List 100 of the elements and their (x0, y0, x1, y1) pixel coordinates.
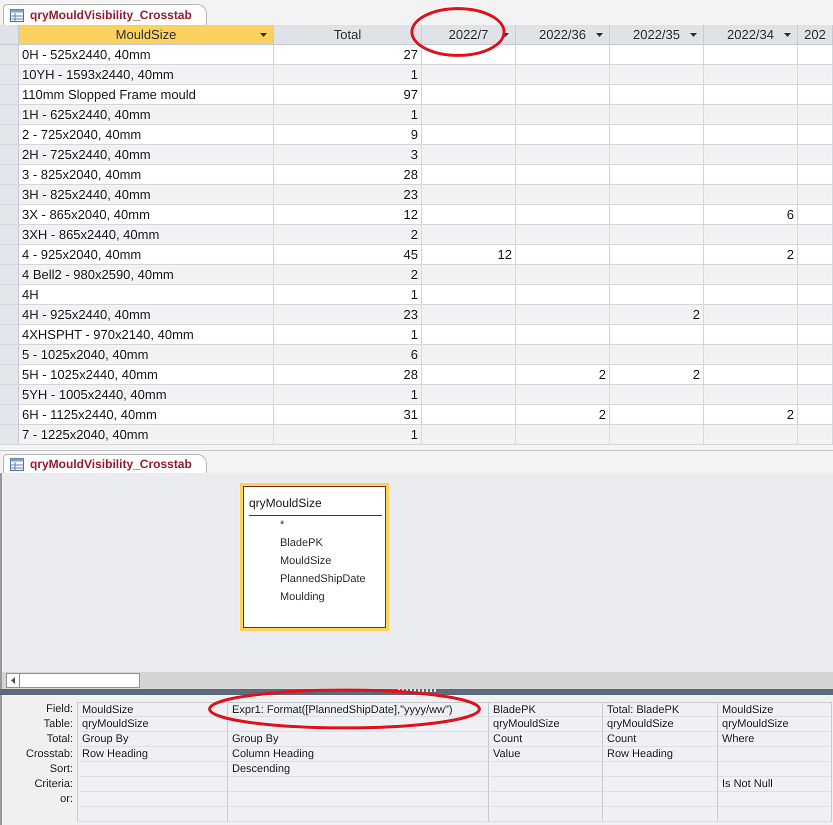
row-selector[interactable] (0, 125, 19, 145)
grid-cell[interactable] (603, 807, 718, 822)
column-header[interactable]: 202 (798, 25, 833, 45)
table-cell: 4 - 925x2040, 40mm (19, 245, 274, 265)
grid-cell[interactable] (718, 762, 832, 777)
table-cell: 2 (274, 225, 422, 245)
table-field-list[interactable]: qryMouldSize * BladePK MouldSize PlannedShipDate Moulding (240, 483, 389, 631)
table-cell (798, 345, 833, 365)
scroll-left-button[interactable] (6, 673, 20, 688)
grid-cell[interactable] (77, 762, 228, 777)
table-cell: 6 (704, 205, 798, 225)
column-header[interactable]: 2022/34 (704, 25, 798, 45)
row-selector[interactable] (0, 345, 19, 365)
column-header[interactable]: 2022/7 (422, 25, 516, 45)
column-header[interactable]: 2022/35 (610, 25, 704, 45)
grid-cell[interactable]: Is Not Null (718, 777, 832, 792)
grid-cell[interactable] (718, 747, 832, 762)
dropdown-caret-icon[interactable] (260, 33, 267, 37)
grid-cell[interactable] (489, 807, 603, 822)
row-selector[interactable] (0, 305, 19, 325)
table-cell: 3 - 825x2040, 40mm (19, 165, 274, 185)
grid-cell[interactable] (228, 777, 489, 792)
field-list-item[interactable]: MouldSize (249, 552, 382, 570)
grid-cell[interactable]: Column Heading (228, 747, 489, 762)
column-header[interactable]: MouldSize (19, 25, 274, 45)
row-selector[interactable] (0, 285, 19, 305)
table-cell: 10YH - 1593x2440, 40mm (19, 65, 274, 85)
grid-cell[interactable]: Where (718, 732, 832, 747)
grid-cell[interactable]: Total: BladePK (603, 702, 718, 717)
row-selector[interactable] (0, 245, 19, 265)
grid-cell[interactable]: Descending (228, 762, 489, 777)
grid-cell[interactable] (77, 792, 228, 807)
row-selector[interactable] (0, 405, 19, 425)
table-cell (798, 145, 833, 165)
table-cell: 31 (274, 405, 422, 425)
grid-cell[interactable]: MouldSize (718, 702, 832, 717)
dropdown-caret-icon[interactable] (784, 33, 791, 37)
grid-cell[interactable] (718, 792, 832, 807)
select-all-corner[interactable] (0, 25, 19, 45)
column-header[interactable]: 2022/36 (516, 25, 610, 45)
table-cell: 2 (516, 405, 610, 425)
dropdown-caret-icon[interactable] (502, 33, 509, 37)
grid-cell[interactable]: MouldSize (77, 702, 228, 717)
row-selector[interactable] (0, 65, 19, 85)
dropdown-caret-icon[interactable] (596, 33, 603, 37)
grid-cell[interactable] (603, 777, 718, 792)
grid-cell[interactable]: Group By (228, 732, 489, 747)
field-list-item[interactable]: PlannedShipDate (249, 570, 382, 588)
document-tab[interactable]: qryMouldVisibility_Crosstab (3, 454, 207, 473)
grid-cell[interactable]: Value (489, 747, 603, 762)
grid-cell[interactable] (77, 807, 228, 822)
grid-cell[interactable] (228, 792, 489, 807)
row-selector[interactable] (0, 325, 19, 345)
scrollbar-thumb[interactable] (20, 673, 140, 688)
grid-cell[interactable]: qryMouldSize (489, 717, 603, 732)
row-label: Crosstab: (26, 748, 73, 760)
row-selector[interactable] (0, 425, 19, 445)
dropdown-caret-icon[interactable] (690, 33, 697, 37)
table-cell: 2H - 725x2440, 40mm (19, 145, 274, 165)
row-label: Sort: (50, 763, 73, 775)
grid-cell[interactable]: Count (603, 732, 718, 747)
grid-cell[interactable]: Expr1: Format([PlannedShipDate],"yyyy/ww") (228, 702, 489, 717)
row-selector[interactable] (0, 205, 19, 225)
grid-cell[interactable]: Row Heading (603, 747, 718, 762)
grid-cell[interactable] (603, 762, 718, 777)
grid-cell[interactable] (718, 807, 832, 822)
grid-cell[interactable] (603, 792, 718, 807)
row-label: or: (60, 793, 73, 805)
row-selector[interactable] (0, 365, 19, 385)
row-selector[interactable] (0, 225, 19, 245)
grid-cell[interactable] (489, 762, 603, 777)
row-selector[interactable] (0, 385, 19, 405)
grid-cell[interactable] (77, 777, 228, 792)
grid-cell[interactable] (489, 777, 603, 792)
table-cell (798, 265, 833, 285)
grid-cell[interactable]: Row Heading (77, 747, 228, 762)
grid-cell[interactable]: qryMouldSize (718, 717, 832, 732)
table-cell (798, 225, 833, 245)
table-cell: 4H - 925x2440, 40mm (19, 305, 274, 325)
grid-cell[interactable] (489, 792, 603, 807)
grid-cell[interactable]: qryMouldSize (77, 717, 228, 732)
row-selector[interactable] (0, 45, 19, 65)
row-selector[interactable] (0, 165, 19, 185)
grid-cell[interactable]: Count (489, 732, 603, 747)
grid-cell[interactable]: BladePK (489, 702, 603, 717)
row-selector[interactable] (0, 185, 19, 205)
column-header[interactable]: Total (274, 25, 422, 45)
grid-cell[interactable]: Group By (77, 732, 228, 747)
row-selector[interactable] (0, 265, 19, 285)
field-list-item[interactable]: BladePK (249, 534, 382, 552)
document-tab[interactable]: qryMouldVisibility_Crosstab (3, 4, 207, 25)
grid-cell[interactable] (228, 807, 489, 822)
row-selector[interactable] (0, 105, 19, 125)
table-cell: 3XH - 865x2440, 40mm (19, 225, 274, 245)
row-selector[interactable] (0, 145, 19, 165)
field-list-item[interactable]: Moulding (249, 588, 382, 606)
table-cell (798, 325, 833, 345)
grid-cell[interactable]: qryMouldSize (603, 717, 718, 732)
field-list-item[interactable]: * (249, 516, 382, 534)
row-selector[interactable] (0, 85, 19, 105)
